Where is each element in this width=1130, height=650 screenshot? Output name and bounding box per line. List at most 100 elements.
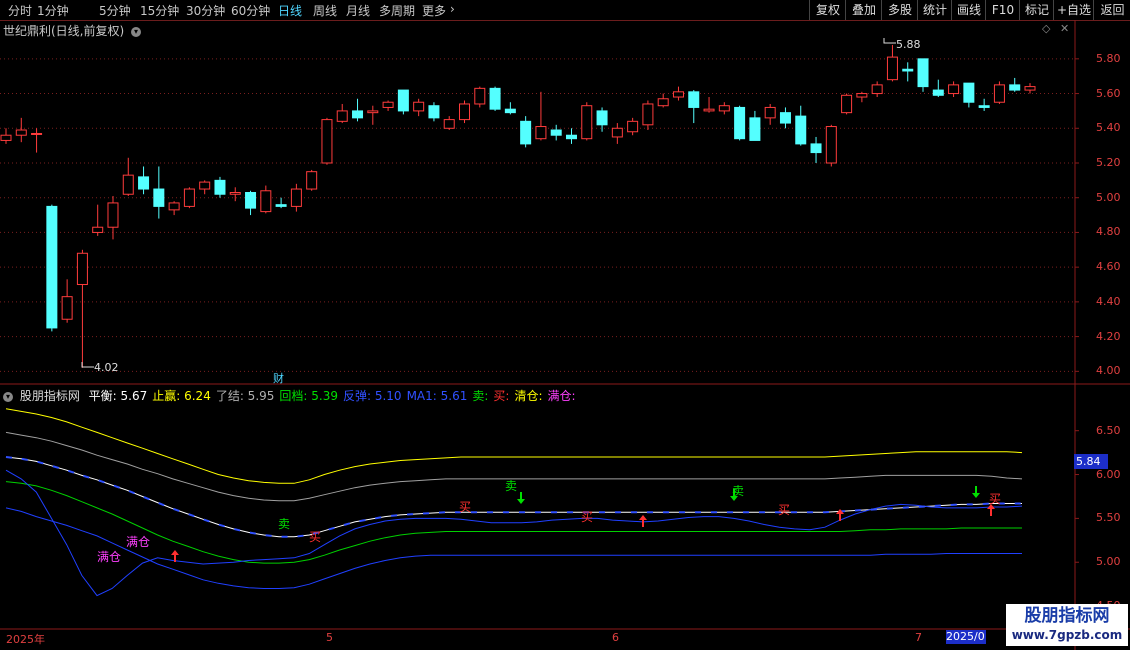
signal-buy: 买 [581,510,593,524]
candle-body [779,112,791,124]
candle-body [795,115,807,145]
candle-body [642,103,654,126]
candle-body [672,91,684,98]
candle-body [841,94,853,114]
candle-body [565,134,577,140]
chevron-down-icon[interactable]: ▾ [3,391,13,402]
candle-body [229,192,241,195]
candle-body [749,117,761,141]
legend-item: 满仓: [547,389,576,403]
candle-body [245,192,257,209]
high-value: 5.88 [896,38,921,51]
candle-body [963,82,975,103]
legend-item: 卖: [472,389,489,403]
finance-marker[interactable]: 财 [273,370,284,386]
buy-arrow-icon [639,515,647,527]
candlestick-chart[interactable]: 满仓满仓卖买买卖买卖买买 [0,0,1130,650]
legend-item: 了结: 5.95 [215,389,275,403]
candle-body [76,252,88,286]
legend-item: 买: [493,389,510,403]
candle-body [459,103,471,121]
candle-body [520,120,532,145]
sell-arrow-icon [517,492,525,504]
y-tick-label: 6.50 [1096,423,1121,437]
candle-body [183,188,195,207]
candle-body [489,87,501,110]
candle-body [474,87,486,105]
candle-body [703,108,715,112]
legend-item: 止赢: 6.24 [152,389,211,403]
signal-buy: 买 [309,530,321,544]
y-tick-label: 4.00 [1096,364,1121,378]
candle-body [153,188,165,207]
candle-body [15,129,27,136]
low-leader [81,362,94,368]
stock-chart-app: 分时 1分钟 5分钟 15分钟 30分钟 60分钟 日线 周线 月线 多周期 更… [0,0,1130,650]
candle-body [871,84,883,95]
indicator-line-反弹 [5,507,1022,589]
candle-body [321,119,333,164]
low-value: 4.02 [94,361,119,374]
x-label: 2025年 [6,633,45,646]
candle-body [810,143,822,154]
candle-body [657,98,669,107]
candle-body [825,126,837,164]
legend-item: MA1: 5.61 [406,389,468,403]
watermark: 股朋指标网 www.7gpzb.com [1006,604,1128,646]
candle-body [306,171,318,190]
candle-body [413,101,425,112]
candle-body [596,110,608,126]
candle-body [902,68,914,72]
candle-body [122,174,134,195]
current-date-badge: 2025/0 [946,630,986,644]
candle-body [581,105,593,140]
candle-body [61,296,73,320]
candle-body [199,181,211,190]
legend-item: 平衡: 5.67 [88,389,148,403]
candle-body [917,58,929,88]
candle-body [92,226,104,233]
candle-body [948,84,960,95]
candle-body [290,188,302,207]
high-leader [883,38,896,44]
y-tick-label: 6.00 [1096,467,1121,481]
candle-body [260,190,272,213]
x-label: 7 [915,631,922,644]
candle-body [31,132,43,135]
y-tick-label: 5.00 [1096,555,1121,569]
candle-body [382,101,394,108]
x-label: 5 [326,631,333,644]
candle-body [352,110,364,119]
y-tick-label: 5.20 [1096,155,1121,169]
y-tick-label: 5.80 [1096,51,1121,65]
candle-body [688,91,700,108]
candle-body [856,93,868,98]
signal-sell: 卖 [278,517,290,531]
candle-body [611,127,623,138]
watermark-title: 股朋指标网 [1024,606,1110,626]
sell-arrow-icon [972,486,980,498]
candle-body [336,110,348,122]
candle-body [734,106,746,140]
candle-body [886,56,898,81]
watermark-url: www.7gpzb.com [1011,628,1123,642]
candle-body [932,89,944,96]
candle-body [138,176,150,190]
candle-body [1009,84,1021,91]
candle-body [535,126,547,140]
y-tick-label: 4.60 [1096,260,1121,274]
signal-full-position: 满仓 [97,550,121,564]
legend-item: 清仓: [514,389,543,403]
signal-full-position: 满仓 [126,535,150,549]
current-value: 5.84 [1076,455,1101,468]
candle-body [428,105,440,119]
y-tick-label: 5.40 [1096,121,1121,135]
candle-body [443,119,455,129]
candle-body [275,204,287,207]
finance-marker-text: 财 [273,372,284,385]
y-tick-label: 4.40 [1096,294,1121,308]
candle-body [504,108,516,114]
y-tick-label: 5.50 [1096,511,1121,525]
y-tick-label: 4.20 [1096,329,1121,343]
low-price-label: 4.02 [94,361,119,374]
